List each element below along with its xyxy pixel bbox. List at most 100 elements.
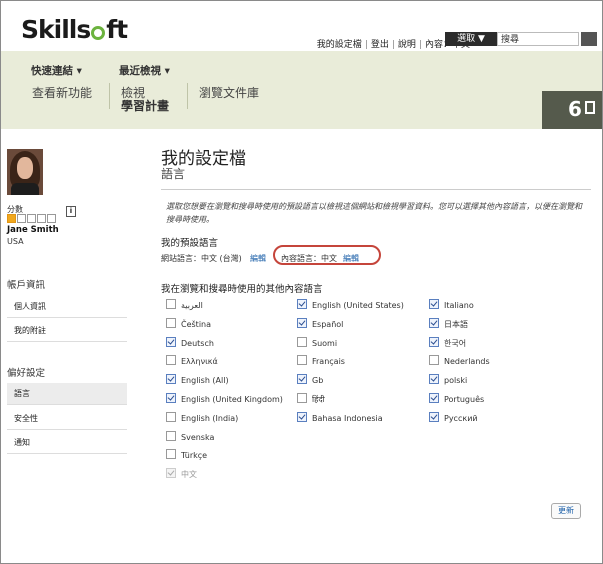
checkbox-box[interactable] <box>166 449 176 460</box>
logo-text-1: Skills <box>21 15 91 44</box>
sidebar-item-security[interactable]: 安全性 <box>7 408 127 430</box>
language-checkbox[interactable]: 日本語 <box>429 317 468 330</box>
language-checkbox[interactable]: Čeština <box>166 317 212 329</box>
language-checkbox[interactable]: Nederlands <box>429 355 490 366</box>
checkbox-box[interactable] <box>166 430 176 441</box>
language-checkbox[interactable]: English (United States) <box>297 299 404 310</box>
learning-plan-link[interactable]: 學習計畫 <box>121 97 169 114</box>
language-label: English (All) <box>181 376 229 386</box>
language-label: English (India) <box>181 413 239 423</box>
logo-ring-icon <box>91 26 106 40</box>
app-window: Skillsft 我的設定檔|登出|說明|內容：中文 選取 ▼ 搜尋 快速連結 … <box>0 0 603 564</box>
recently-viewed-menu[interactable]: 最近檢視 ▾ <box>119 63 170 78</box>
language-checkbox[interactable]: English (India) <box>166 411 239 423</box>
checkbox-box[interactable] <box>166 336 176 347</box>
checkbox-box[interactable] <box>429 299 439 309</box>
language-checkbox[interactable]: Italiano <box>429 299 474 310</box>
update-button[interactable]: 更新 <box>551 503 581 519</box>
select-dropdown-button[interactable]: 選取 ▼ <box>445 32 497 46</box>
language-label: Svenska <box>181 432 215 442</box>
checkbox-box[interactable] <box>166 374 176 385</box>
whats-new-link[interactable]: 查看新功能 <box>32 84 92 101</box>
language-label: Nederlands <box>444 357 490 367</box>
language-checkbox[interactable]: Français <box>297 355 345 366</box>
clipboard-icon <box>585 101 595 114</box>
checkbox-box[interactable] <box>297 299 307 309</box>
sidebar-item-language[interactable]: 語言 <box>7 383 127 405</box>
checkbox-box[interactable] <box>429 393 439 403</box>
checkbox-box[interactable] <box>297 317 307 328</box>
content-language-value: 內容語言：中文 <box>281 254 337 263</box>
score-box <box>47 214 56 223</box>
checkbox-box[interactable] <box>297 336 307 347</box>
language-label: Русский <box>444 413 478 423</box>
language-checkbox[interactable]: 한국어 <box>429 336 467 349</box>
checkbox-box[interactable] <box>166 393 176 403</box>
checkbox-box[interactable] <box>166 411 176 422</box>
language-label: Português <box>444 395 485 404</box>
language-label: Gb <box>312 376 324 386</box>
language-label: Italiano <box>444 301 474 310</box>
edit-content-language-link[interactable]: 編輯 <box>343 253 359 264</box>
language-checkbox[interactable]: English (United Kingdom) <box>166 393 283 404</box>
language-checkbox[interactable]: हिंदी <box>297 393 325 405</box>
language-checkbox[interactable]: Türkçe <box>166 449 207 460</box>
checkbox-box[interactable] <box>429 317 439 328</box>
browse-library-link[interactable]: 瀏覽文件庫 <box>199 84 259 101</box>
language-checkbox[interactable]: Deutsch <box>166 336 214 348</box>
sidebar-item-my-notes[interactable]: 我的附註 <box>7 320 127 342</box>
avatar <box>7 149 43 195</box>
language-checkbox[interactable]: Gb <box>297 374 323 385</box>
checkbox-box[interactable] <box>297 393 307 403</box>
language-label: English (United States) <box>312 301 404 310</box>
sidebar-item-personal-info[interactable]: 個人資訊 <box>7 296 127 318</box>
language-label: Français <box>312 357 345 367</box>
language-label: العربية <box>181 301 203 310</box>
language-label: 日本語 <box>444 319 468 329</box>
checkbox-box[interactable] <box>166 355 176 366</box>
language-checkbox[interactable]: polski <box>429 374 467 385</box>
language-label: 한국어 <box>444 338 467 348</box>
language-label: polski <box>444 376 468 386</box>
checkbox-box[interactable] <box>429 336 439 347</box>
language-checkbox[interactable]: Svenska <box>166 430 215 442</box>
language-label: 中文 <box>181 470 197 480</box>
checkbox-box[interactable] <box>166 317 176 328</box>
help-link[interactable]: 說明 <box>398 40 416 50</box>
badge-count: 6 <box>568 97 582 121</box>
checkbox-box[interactable] <box>429 374 439 385</box>
language-checkbox[interactable]: Ελληνικά <box>166 355 218 366</box>
language-checkbox[interactable]: Suomi <box>297 336 337 348</box>
language-description: 選取您想要在瀏覽和搜尋時使用的預設語言以檢視這個網站和檢視學習資料。您可以選擇其… <box>166 202 582 224</box>
language-checkbox[interactable]: Bahasa Indonesia <box>297 411 383 423</box>
checkbox-box[interactable] <box>429 411 439 422</box>
checkbox-box[interactable] <box>297 374 307 385</box>
language-label: Čeština <box>181 319 212 329</box>
language-checkbox[interactable]: English (All) <box>166 374 229 385</box>
checkbox-box[interactable] <box>429 355 439 366</box>
language-checkbox[interactable]: Português <box>429 393 484 404</box>
edit-site-language-link[interactable]: 編輯 <box>250 253 266 264</box>
my-profile-link[interactable]: 我的設定檔 <box>317 40 362 50</box>
checkbox-box <box>166 468 176 479</box>
logout-link[interactable]: 登出 <box>371 40 389 50</box>
info-icon[interactable]: i <box>66 206 76 217</box>
skillsoft-logo[interactable]: Skills ft <box>21 15 128 44</box>
language-checkbox: 中文 <box>166 468 197 480</box>
top-bar: Skillsft 我的設定檔|登出|說明|內容：中文 選取 ▼ 搜尋 <box>1 1 602 51</box>
language-checkbox[interactable]: العربية <box>166 299 203 310</box>
learning-plan-badge[interactable]: 6 <box>542 91 602 129</box>
language-checkbox[interactable]: Русский <box>429 411 478 423</box>
nav-divider <box>109 83 110 109</box>
divider <box>161 189 591 190</box>
checkbox-box[interactable] <box>297 355 307 366</box>
search-input[interactable]: 搜尋 <box>497 32 579 46</box>
language-checkbox[interactable]: Español <box>297 317 343 329</box>
search-go-button[interactable] <box>581 32 597 46</box>
language-label: Deutsch <box>181 338 214 348</box>
checkbox-box[interactable] <box>297 411 307 422</box>
sidebar-item-notifications[interactable]: 通知 <box>7 432 127 454</box>
quick-links-menu[interactable]: 快速連結 ▾ <box>31 63 82 78</box>
score-box <box>37 214 46 223</box>
checkbox-box[interactable] <box>166 299 176 309</box>
